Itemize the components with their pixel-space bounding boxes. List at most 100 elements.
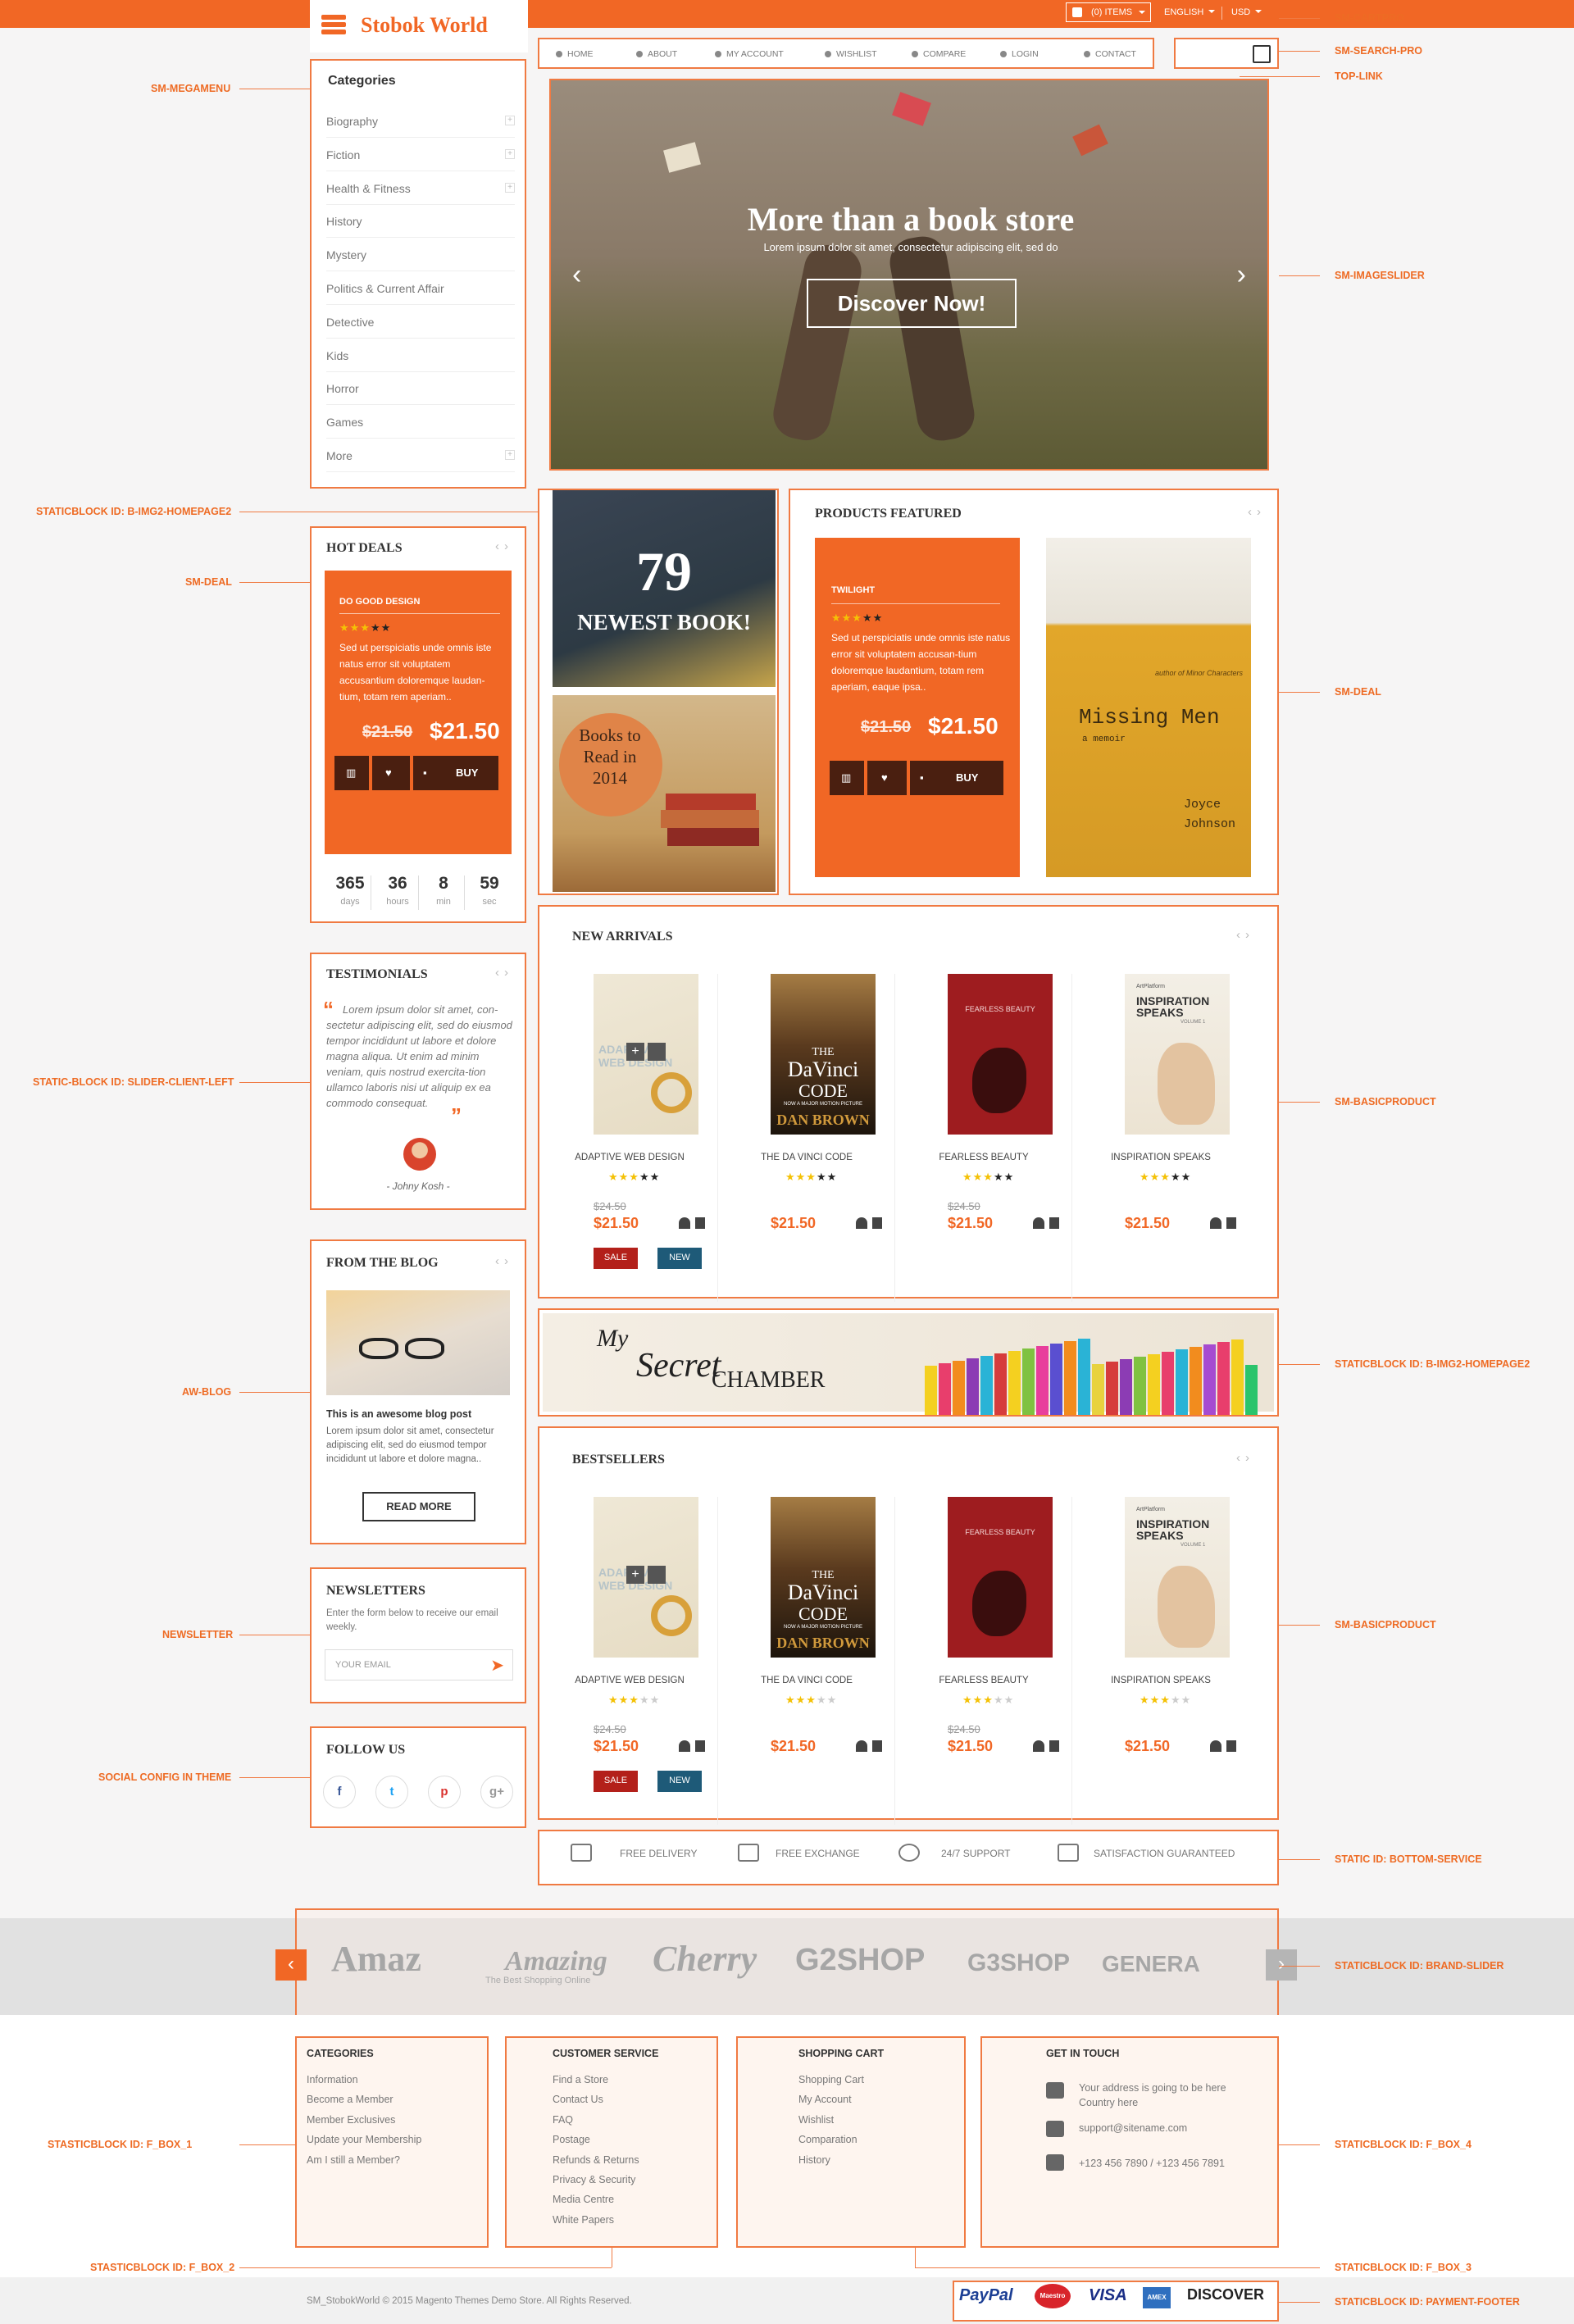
compare-icon[interactable] bbox=[648, 1566, 666, 1584]
brand-logo[interactable]: G2SHOP bbox=[795, 1943, 925, 1978]
heart-icon[interactable] bbox=[1210, 1740, 1221, 1752]
cart-icon[interactable] bbox=[1226, 1217, 1236, 1229]
read-more-button[interactable]: READ MORE bbox=[362, 1492, 475, 1521]
expand-icon[interactable]: + bbox=[505, 148, 515, 159]
footer-link[interactable]: Find a Store bbox=[553, 2074, 658, 2094]
heart-icon[interactable] bbox=[856, 1740, 867, 1752]
product-image[interactable]: FEARLESS BEAUTY bbox=[948, 974, 1053, 1135]
nav-my-account[interactable]: MY ACCOUNT bbox=[715, 49, 784, 59]
cart-icon[interactable] bbox=[695, 1740, 705, 1752]
category-item[interactable]: Biography + bbox=[326, 105, 515, 138]
category-item[interactable]: Kids bbox=[326, 339, 515, 372]
cart-icon[interactable] bbox=[872, 1740, 882, 1752]
compare-button[interactable]: ▥ bbox=[830, 761, 864, 795]
deal-card[interactable]: DO GOOD DESIGN ★★★★★ Sed ut perspiciatis… bbox=[325, 571, 512, 854]
nav-compare[interactable]: COMPARE bbox=[912, 49, 966, 59]
nav-login[interactable]: LOGIN bbox=[1000, 49, 1039, 59]
footer-link[interactable]: Update your Membership bbox=[307, 2134, 421, 2153]
footer-link[interactable]: Privacy & Security bbox=[553, 2174, 658, 2194]
product-item[interactable]: ADAPTIVEWEB DESIGN+ ADAPTIVE WEB DESIGN ★★… bbox=[541, 974, 718, 1302]
expand-icon[interactable]: + bbox=[505, 116, 515, 125]
twitter-icon[interactable]: t bbox=[375, 1776, 408, 1808]
footer-link[interactable]: White Papers bbox=[553, 2214, 658, 2234]
facebook-icon[interactable]: f bbox=[323, 1776, 356, 1808]
carousel-arrows[interactable]: ‹› bbox=[1236, 1451, 1254, 1465]
category-item[interactable]: Games bbox=[326, 406, 515, 439]
category-item[interactable]: Mystery bbox=[326, 239, 515, 272]
nav-contact[interactable]: CONTACT bbox=[1084, 49, 1136, 59]
product-item[interactable]: ArtPlatform INSPIRATION SPEAKS VOLUME 1 INSP… bbox=[1072, 974, 1249, 1302]
footer-email[interactable]: support@sitename.com bbox=[1079, 2122, 1187, 2134]
footer-link[interactable]: Am I still a Member? bbox=[307, 2154, 421, 2174]
cart-icon[interactable] bbox=[1049, 1740, 1059, 1752]
category-item[interactable]: More + bbox=[326, 439, 515, 472]
brand-logo[interactable]: GENERA bbox=[1102, 1951, 1200, 1977]
heart-icon[interactable] bbox=[679, 1740, 690, 1752]
category-item[interactable]: Horror bbox=[326, 372, 515, 406]
product-name[interactable]: INSPIRATION SPEAKS bbox=[1072, 1676, 1249, 1685]
expand-icon[interactable]: + bbox=[505, 182, 515, 193]
featured-deal-card[interactable]: TWILIGHT ★★★★★ Sed ut perspiciatis unde … bbox=[815, 538, 1020, 877]
product-name[interactable]: FEARLESS BEAUTY bbox=[895, 1676, 1072, 1685]
carousel-arrows[interactable]: ‹› bbox=[495, 1254, 513, 1268]
product-name[interactable]: INSPIRATION SPEAKS bbox=[1072, 1153, 1249, 1162]
carousel-arrows[interactable]: ‹› bbox=[1248, 505, 1266, 519]
currency-select[interactable]: USD bbox=[1231, 7, 1262, 17]
carousel-arrows[interactable]: ‹› bbox=[1236, 928, 1254, 942]
footer-link[interactable]: FAQ bbox=[553, 2114, 658, 2134]
footer-link[interactable]: Become a Member bbox=[307, 2094, 421, 2113]
carousel-arrows[interactable]: ‹› bbox=[495, 539, 513, 553]
footer-link[interactable]: Shopping Cart bbox=[798, 2074, 884, 2094]
product-image[interactable]: ArtPlatform INSPIRATION SPEAKS VOLUME 1 bbox=[1125, 1497, 1230, 1658]
brand-next-arrow[interactable]: › bbox=[1266, 1949, 1297, 1981]
email-field[interactable]: YOUR EMAIL ➤ bbox=[325, 1649, 513, 1680]
product-item[interactable]: THE DaVinci CODE NOW A MAJOR MOTION PICTURE… bbox=[718, 1497, 895, 1825]
language-select[interactable]: ENGLISH bbox=[1164, 7, 1216, 17]
product-name[interactable]: FEARLESS BEAUTY bbox=[895, 1153, 1072, 1162]
slider-next-arrow[interactable]: › bbox=[1237, 259, 1246, 291]
wishlist-button[interactable]: ♥ bbox=[372, 756, 410, 790]
footer-link[interactable]: Information bbox=[307, 2074, 421, 2094]
cart-icon[interactable] bbox=[1049, 1217, 1059, 1229]
missing-men-cover[interactable]: author of Minor Characters Missing Men a… bbox=[1046, 538, 1251, 877]
featured-product-name[interactable]: TWILIGHT bbox=[831, 585, 875, 595]
quick-view-icon[interactable]: + bbox=[626, 1043, 644, 1061]
deal-product-name[interactable]: DO GOOD DESIGN bbox=[339, 597, 420, 607]
product-item[interactable]: FEARLESS BEAUTY FEARLESS BEAUTY ★★★★★ $24.5… bbox=[895, 1497, 1072, 1825]
product-image[interactable]: ADAPTIVEWEB DESIGN+ bbox=[594, 1497, 698, 1658]
compare-button[interactable]: ▥ bbox=[334, 756, 369, 790]
nav-about[interactable]: ABOUT bbox=[636, 49, 677, 59]
footer-link[interactable]: History bbox=[798, 2154, 884, 2174]
secret-chamber-banner[interactable]: My Secret CHAMBER bbox=[538, 1308, 1279, 1417]
brand-logo[interactable]: G3SHOP bbox=[967, 1949, 1070, 1977]
product-item[interactable]: THE DaVinci CODE NOW A MAJOR MOTION PICTURE… bbox=[718, 974, 895, 1302]
quick-view-icon[interactable]: + bbox=[626, 1566, 644, 1584]
category-item[interactable]: Detective bbox=[326, 306, 515, 339]
heart-icon[interactable] bbox=[1033, 1740, 1044, 1752]
category-item[interactable]: Health & Fitness + bbox=[326, 172, 515, 205]
nav-home[interactable]: HOME bbox=[556, 49, 594, 59]
nav-wishlist[interactable]: WISHLIST bbox=[825, 49, 877, 59]
search-box[interactable] bbox=[1174, 38, 1279, 69]
search-icon[interactable] bbox=[1253, 45, 1271, 63]
product-image[interactable]: ArtPlatform INSPIRATION SPEAKS VOLUME 1 bbox=[1125, 974, 1230, 1135]
product-name[interactable]: ADAPTIVE WEB DESIGN bbox=[541, 1676, 718, 1685]
brand-logo[interactable]: Cherry bbox=[653, 1938, 757, 1980]
product-image[interactable]: THE DaVinci CODE NOW A MAJOR MOTION PICTURE… bbox=[771, 1497, 876, 1658]
heart-icon[interactable] bbox=[679, 1217, 690, 1229]
category-item[interactable]: Politics & Current Affair bbox=[326, 272, 515, 305]
product-item[interactable]: ADAPTIVEWEB DESIGN+ ADAPTIVE WEB DESIGN ★★… bbox=[541, 1497, 718, 1825]
product-item[interactable]: ArtPlatform INSPIRATION SPEAKS VOLUME 1 INSP… bbox=[1072, 1497, 1249, 1825]
cart-button[interactable]: (0) ITEMS bbox=[1066, 2, 1151, 22]
heart-icon[interactable] bbox=[1210, 1217, 1221, 1229]
carousel-arrows[interactable]: ‹› bbox=[495, 966, 513, 980]
pinterest-icon[interactable]: p bbox=[428, 1776, 461, 1808]
slider-prev-arrow[interactable]: ‹ bbox=[572, 259, 581, 291]
wishlist-button[interactable]: ♥ bbox=[867, 761, 907, 795]
product-name[interactable]: THE DA VINCI CODE bbox=[718, 1153, 895, 1162]
logo[interactable]: Stobok World bbox=[310, 0, 528, 52]
google-plus-icon[interactable]: g+ bbox=[480, 1776, 513, 1808]
product-image[interactable]: FEARLESS BEAUTY bbox=[948, 1497, 1053, 1658]
compare-icon[interactable] bbox=[648, 1043, 666, 1061]
brand-logo[interactable]: Amazing bbox=[505, 1946, 607, 1977]
